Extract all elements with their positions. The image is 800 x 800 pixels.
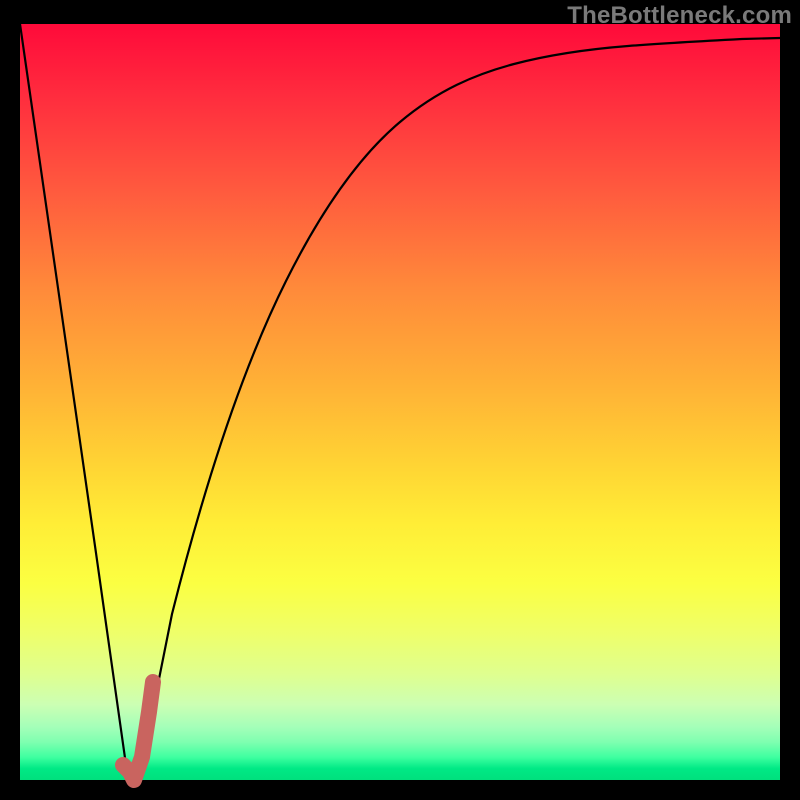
bottleneck-curve — [20, 24, 780, 780]
chart-svg — [20, 24, 780, 780]
chart-container: TheBottleneck.com — [0, 0, 800, 800]
highlight-segment — [123, 682, 153, 780]
plot-area — [20, 24, 780, 780]
